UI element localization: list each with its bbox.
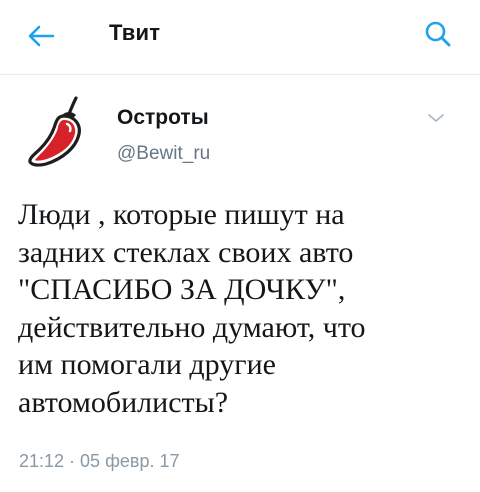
tweet-menu-button[interactable] [424,108,448,128]
author-handle[interactable]: @Bewit_ru [117,143,210,165]
tweet-detail-screen: Твит Остроты @Bewit_ru Люди , которые пи… [0,0,480,492]
search-icon [425,21,451,47]
avatar[interactable] [26,96,88,168]
page-title: Твит [109,20,161,45]
back-button[interactable] [22,19,60,53]
chili-pepper-icon [28,96,81,167]
top-app-bar: Твит [0,0,480,75]
author-name[interactable]: Остроты [117,106,209,130]
search-button[interactable] [420,16,456,52]
tweet-timestamp[interactable]: 21:12 · 05 февр. 17 [19,451,179,472]
arrow-left-icon [28,25,55,47]
tweet-text: Люди , которые пишут на задних стеклах с… [18,198,366,419]
chevron-down-icon [428,114,444,122]
